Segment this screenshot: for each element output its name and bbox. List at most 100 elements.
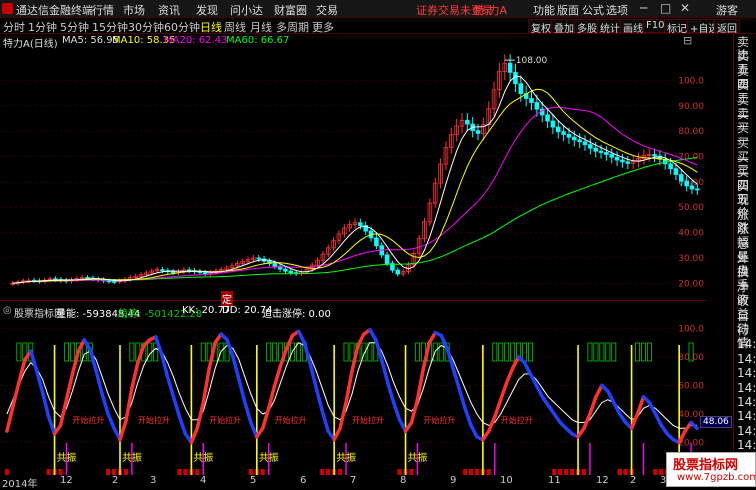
price-axis-label: 30.00	[678, 254, 704, 264]
trend-segment	[272, 363, 283, 388]
trend-segment	[522, 360, 533, 376]
tab-multi-period[interactable]: 多周期	[276, 19, 309, 35]
price-axis-label: 20.00	[678, 279, 704, 289]
close-icon[interactable]: ✕	[680, 1, 690, 15]
trend-segment	[493, 397, 503, 419]
trend-bar	[635, 342, 641, 362]
menu-item-caifuquan[interactable]: 财富圈	[274, 2, 307, 18]
trend-segment	[136, 343, 146, 365]
date-axis-label: 7	[350, 475, 357, 486]
trend-segment	[611, 400, 622, 416]
indicator-chart[interactable]: 100.080.0060.0040.0020.00 共振开始拉升共振开始拉升共振…	[0, 303, 706, 475]
tab-60min[interactable]: 60分钟	[164, 19, 200, 35]
trend-segment	[207, 340, 217, 371]
tab-fenshi[interactable]: 分时	[3, 19, 25, 35]
rise-signal-label: 开始拉升	[209, 415, 241, 425]
date-axis-label: 11	[548, 475, 561, 486]
minimize-icon[interactable]: ─	[640, 1, 647, 15]
indicator-axis-label: 80.00	[678, 353, 704, 363]
trend-bar	[266, 342, 272, 362]
trend-segment	[469, 423, 479, 439]
peak-label: 108.00	[516, 56, 548, 66]
candle-body	[588, 144, 593, 149]
candle-body	[689, 185, 695, 190]
price-axis-label: 90.00	[678, 102, 704, 112]
user-label[interactable]: 游客	[716, 2, 738, 18]
trend-segment	[106, 412, 116, 430]
menu-item-wenxiaoda[interactable]: 问小达	[230, 2, 263, 18]
toolbar-banmian[interactable]: 版面	[557, 2, 579, 18]
trend-segment	[332, 426, 342, 442]
toolbar-gongneng[interactable]: 功能	[533, 2, 555, 18]
trend-bar	[69, 342, 75, 362]
menu-item-zixun[interactable]: 资讯	[158, 2, 180, 18]
trend-bar	[498, 342, 504, 362]
indicator-axis-label: 60.00	[678, 381, 704, 391]
maximize-icon[interactable]: □	[660, 1, 671, 15]
date-axis-label: 12	[60, 475, 73, 486]
trend-bar	[295, 342, 301, 362]
tool-back[interactable]: 返回	[714, 19, 740, 35]
candle-body	[545, 114, 550, 122]
quote-panel: 卖比 卖五 卖四 卖三 卖二 卖一 买一 买二 买三 买四 买五 现价 涨跌 涨幅 总量 外盘 换手 净资 收益 自动…	[733, 34, 756, 487]
trend-segment	[195, 400, 206, 430]
menu-item-shichang[interactable]: 市场	[123, 2, 145, 18]
trend-bar	[63, 342, 69, 362]
price-chart[interactable]: 100.090.0080.0070.0060.0050.0040.0030.00…	[0, 34, 706, 300]
trend-segment	[296, 329, 307, 345]
quote-panel-label: 14:5	[737, 438, 756, 453]
candle-body	[529, 98, 534, 103]
date-axis-label: 6	[300, 475, 307, 486]
tab-30min[interactable]: 30分钟	[128, 19, 164, 35]
candle-body	[534, 102, 540, 110]
menu-item-faxian[interactable]: 发现	[196, 2, 218, 18]
menu-item-jiaoyi[interactable]: 交易	[316, 2, 338, 18]
price-axis-label: 100.0	[678, 76, 704, 86]
rise-signal-label: 开始拉升	[352, 415, 384, 425]
watermark-title: 股票指标网	[673, 458, 739, 473]
trend-segment	[582, 412, 592, 430]
candle-body	[288, 270, 294, 274]
trend-segment	[189, 426, 200, 445]
trend-segment	[415, 366, 426, 402]
trend-segment	[356, 332, 366, 348]
tab-weekly[interactable]: 周线	[224, 19, 246, 35]
trend-segment	[588, 395, 598, 416]
tab-monthly[interactable]: 月线	[250, 19, 272, 35]
candle-body	[256, 257, 261, 260]
date-axis-label: 2014年	[2, 479, 38, 490]
app-name: 通达信金融终端	[16, 4, 93, 17]
trend-bar	[593, 342, 599, 362]
price-axis-label: 70.00	[678, 153, 704, 163]
trend-segment	[504, 366, 515, 385]
candle-body	[668, 163, 673, 170]
quote-panel-label: 14:5	[737, 351, 756, 366]
price-axis-label: 50.00	[678, 203, 704, 213]
menu-item-hangqing[interactable]: 行情	[92, 2, 114, 18]
trend-segment	[629, 412, 640, 430]
trend-segment	[510, 355, 521, 371]
tab-5min[interactable]: 5分钟	[60, 19, 89, 35]
candle-body	[598, 150, 604, 153]
tab-daily[interactable]: 日线	[200, 19, 222, 35]
candle-body	[625, 161, 631, 164]
trend-bar	[646, 342, 652, 362]
date-axis-label: 5	[250, 475, 257, 486]
quote-panel-label: 14:5	[737, 337, 756, 352]
toolbar-xuanxiang[interactable]: 选项	[606, 2, 628, 18]
quote-panel-label: 14:5	[737, 366, 756, 381]
date-axis-label: 2	[112, 475, 119, 486]
trend-bar	[129, 342, 135, 362]
tab-more[interactable]: 更多	[312, 19, 334, 35]
period-toolbar: 分时 1分钟 5分钟 15分钟 30分钟 60分钟 日线 周线 月线 多周期 更…	[0, 18, 756, 35]
watermark-url: www.7gpzb.com	[677, 472, 756, 483]
rise-signal-label: 开始拉升	[501, 415, 533, 425]
trend-segment	[40, 390, 51, 419]
trend-segment	[58, 397, 69, 428]
candle-body	[684, 180, 689, 187]
trend-segment	[421, 340, 432, 371]
candle-body	[566, 134, 572, 138]
toolbar-gongshi[interactable]: 公式	[582, 2, 604, 18]
tab-1min[interactable]: 1分钟	[28, 19, 57, 35]
tab-15min[interactable]: 15分钟	[92, 19, 128, 35]
